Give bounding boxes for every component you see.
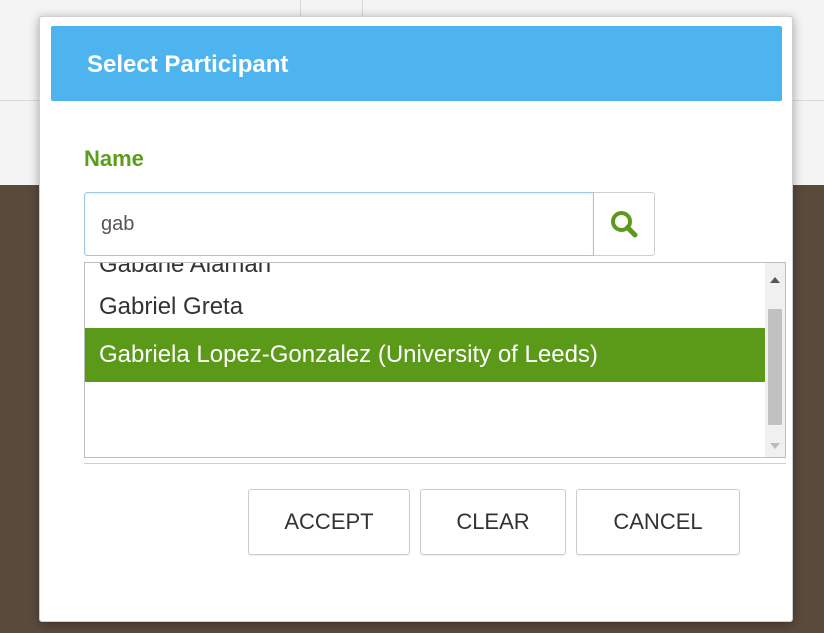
list-item-selected[interactable]: Gabriela Lopez-Gonzalez (University of L…	[85, 328, 765, 382]
search-button[interactable]	[594, 192, 655, 256]
list-item[interactable]: Gabriel Greta	[85, 286, 765, 328]
name-label: Name	[84, 146, 144, 171]
name-search-input[interactable]	[84, 192, 594, 256]
scroll-up-arrow-icon[interactable]	[770, 277, 780, 283]
dialog-header: Select Participant	[51, 26, 782, 101]
cancel-button[interactable]: CANCEL	[576, 489, 740, 555]
magnifier-icon	[611, 211, 638, 238]
footer-divider	[84, 463, 786, 464]
list-item[interactable]: Gabarie Alaman	[85, 263, 765, 286]
accept-button[interactable]: ACCEPT	[248, 489, 410, 555]
dialog-title: Select Participant	[87, 51, 289, 78]
clear-button[interactable]: CLEAR	[420, 489, 566, 555]
results-list[interactable]: Gabarie Alaman Gabriel Greta Gabriela Lo…	[84, 262, 786, 458]
results-scrollbar[interactable]	[765, 263, 785, 457]
scroll-thumb[interactable]	[768, 309, 782, 425]
scroll-down-arrow-icon[interactable]	[770, 443, 780, 449]
select-participant-dialog: Select Participant Name Gabarie Alaman G…	[39, 16, 793, 622]
